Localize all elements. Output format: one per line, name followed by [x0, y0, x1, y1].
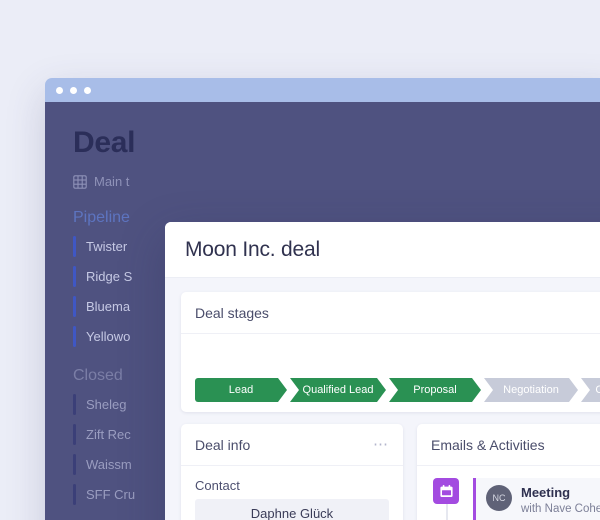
deal-info-header: Deal info ⋯: [181, 424, 403, 466]
avatar: NC: [486, 485, 512, 511]
activity-text: Meeting with Nave Cohen, Lital Piker: [521, 485, 600, 517]
emails-activities-body: NC Meeting with Nave Cohen, Lital Piker: [417, 466, 600, 520]
list-item-label: Waissm: [86, 457, 132, 472]
stage-chip-label: Qualified Lead: [302, 384, 374, 396]
modal-header: Moon Inc. deal: [165, 222, 600, 278]
stage-chip-negotiation[interactable]: Negotiation: [484, 378, 578, 402]
page-title: Deal: [73, 126, 136, 159]
field-label-contact: Contact: [195, 478, 240, 493]
activity-row-meeting[interactable]: NC Meeting with Nave Cohen, Lital Piker: [417, 478, 600, 520]
modal-lower-row: Deal info ⋯ Contact Daphne Glück Stage P…: [181, 424, 600, 520]
app-window: Deal Main t Pipeline Twister Ridge S Blu…: [45, 78, 600, 520]
list-item-label: Twister: [86, 239, 128, 254]
calendar-icon: [433, 478, 459, 504]
deal-stages-title: Deal stages: [195, 304, 269, 321]
window-titlebar: [45, 78, 600, 102]
activity-type: Meeting: [521, 485, 571, 500]
stage-chip-proposal[interactable]: Proposal: [389, 378, 481, 402]
stage-chip-label: Proposal: [413, 384, 457, 396]
modal-content: Deal stages Lead Qualified Lead Proposal…: [165, 278, 600, 520]
emails-activities-header: Emails & Activities: [417, 424, 600, 466]
board-view-label: Main t: [94, 174, 130, 189]
list-item-label: Bluema: [86, 299, 131, 314]
field-value-contact[interactable]: Daphne Glück: [195, 499, 389, 520]
activity-subtitle: with Nave Cohen, Lital Piker: [521, 503, 600, 515]
window-dot-close[interactable]: [56, 86, 63, 94]
deal-stages-body: Lead Qualified Lead Proposal Negotiation: [181, 334, 600, 412]
stage-chip-qualified-lead[interactable]: Qualified Lead: [290, 378, 386, 402]
stage-chip-label: Contract Sent: [595, 384, 600, 396]
deal-info-title: Deal info: [195, 436, 251, 453]
board-view-row[interactable]: Main t: [73, 174, 600, 189]
list-item-label: Ridge S: [86, 269, 133, 284]
stage-chip-lead[interactable]: Lead: [195, 378, 287, 402]
stage-chip-label: Lead: [228, 384, 254, 396]
deal-stages-header: Deal stages: [181, 292, 600, 334]
grid-icon: [73, 174, 87, 189]
window-dot-maximize[interactable]: [84, 86, 91, 94]
deal-info-card: Deal info ⋯ Contact Daphne Glück Stage P…: [181, 424, 403, 520]
ellipsis-icon[interactable]: ⋯: [373, 437, 389, 452]
list-item-label: Sheleg: [86, 397, 127, 412]
deal-stages-card: Deal stages Lead Qualified Lead Proposal…: [181, 292, 600, 412]
stage-chip-contract-sent[interactable]: Contract Sent: [581, 378, 600, 402]
deal-info-body: Contact Daphne Glück Stage Proposal Owne…: [181, 466, 403, 520]
deal-modal: Moon Inc. deal Deal stages Lead Qualifie…: [165, 222, 600, 520]
deal-stage-chips: Lead Qualified Lead Proposal Negotiation: [195, 378, 600, 402]
stage-chip-label: Negotiation: [503, 384, 559, 396]
emails-activities-title: Emails & Activities: [431, 436, 545, 453]
modal-title: Moon Inc. deal: [185, 237, 320, 261]
list-item-label: SFF Cru: [86, 487, 136, 502]
window-dot-minimize[interactable]: [70, 86, 77, 94]
list-item-label: Zift Rec: [86, 427, 131, 442]
list-item-label: Yellowo: [86, 329, 131, 344]
screenshot-root: Deal Main t Pipeline Twister Ridge S Blu…: [0, 0, 600, 520]
emails-activities-card: Emails & Activities NC Meeting with Nave…: [417, 424, 600, 520]
app-body: Deal Main t Pipeline Twister Ridge S Blu…: [45, 102, 600, 520]
activity-card: NC Meeting with Nave Cohen, Lital Piker: [473, 478, 600, 520]
